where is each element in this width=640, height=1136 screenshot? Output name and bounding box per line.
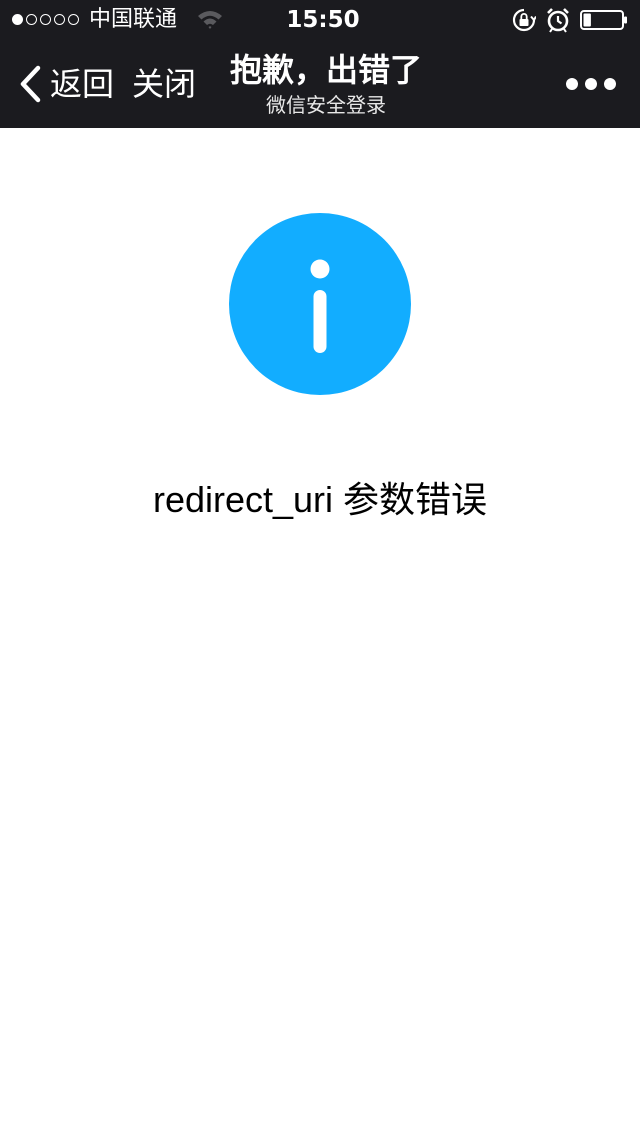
battery-icon	[580, 10, 627, 30]
error-message: redirect_uri 参数错误	[152, 479, 488, 520]
page-title: 抱歉，出错了	[229, 51, 422, 89]
page-subtitle: 微信安全登录	[266, 93, 386, 117]
navigation-bar: 返回 关闭 抱歉，出错了 微信安全登录	[0, 40, 640, 128]
more-icon	[566, 78, 578, 90]
more-icon	[604, 78, 616, 90]
more-button[interactable]	[566, 70, 616, 98]
rotation-lock-icon	[512, 8, 536, 32]
status-time: 15:50	[286, 7, 360, 33]
status-bar: 中国联通 15:50	[0, 0, 640, 40]
wechat-error-screen: 中国联通 15:50 返回 关闭 抱歉，出错了 微信安全登录 redirect_…	[0, 0, 640, 1136]
more-icon	[585, 78, 597, 90]
alarm-icon	[547, 8, 569, 33]
info-icon	[229, 213, 411, 395]
